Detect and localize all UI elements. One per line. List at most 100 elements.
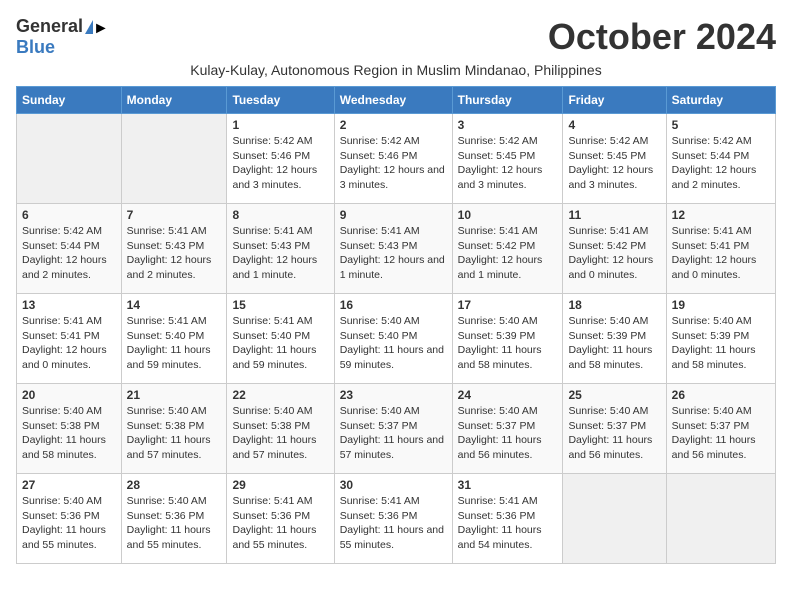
calendar-cell: 16 Sunrise: 5:40 AM Sunset: 5:40 PM Dayli… bbox=[334, 294, 452, 384]
day-number: 20 bbox=[22, 388, 116, 402]
calendar-cell: 4 Sunrise: 5:42 AM Sunset: 5:45 PM Daylig… bbox=[563, 114, 666, 204]
calendar-cell: 15 Sunrise: 5:41 AM Sunset: 5:40 PM Dayli… bbox=[227, 294, 334, 384]
calendar-cell bbox=[121, 114, 227, 204]
calendar-cell: 23 Sunrise: 5:40 AM Sunset: 5:37 PM Dayli… bbox=[334, 384, 452, 474]
cell-content: Sunrise: 5:42 AM Sunset: 5:45 PM Dayligh… bbox=[568, 134, 660, 193]
day-number: 21 bbox=[127, 388, 222, 402]
calendar-cell: 26 Sunrise: 5:40 AM Sunset: 5:37 PM Dayli… bbox=[666, 384, 775, 474]
day-number: 19 bbox=[672, 298, 770, 312]
cell-content: Sunrise: 5:41 AM Sunset: 5:36 PM Dayligh… bbox=[340, 494, 447, 553]
cell-content: Sunrise: 5:42 AM Sunset: 5:44 PM Dayligh… bbox=[672, 134, 770, 193]
day-number: 14 bbox=[127, 298, 222, 312]
calendar-cell: 31Sunrise: 5:41 AM Sunset: 5:36 PM Dayli… bbox=[452, 474, 563, 564]
day-number: 29 bbox=[232, 478, 328, 492]
logo-general-text: General bbox=[16, 16, 83, 37]
cell-content: Sunrise: 5:41 AM Sunset: 5:41 PM Dayligh… bbox=[672, 224, 770, 283]
day-number: 8 bbox=[232, 208, 328, 222]
logo-blue-text: Blue bbox=[16, 37, 55, 58]
cell-content: Sunrise: 5:40 AM Sunset: 5:39 PM Dayligh… bbox=[458, 314, 558, 373]
day-number: 16 bbox=[340, 298, 447, 312]
cell-content: Sunrise: 5:40 AM Sunset: 5:37 PM Dayligh… bbox=[340, 404, 447, 463]
cell-content: Sunrise: 5:40 AM Sunset: 5:36 PM Dayligh… bbox=[22, 494, 116, 553]
calendar-table: SundayMondayTuesdayWednesdayThursdayFrid… bbox=[16, 86, 776, 564]
cell-content: Sunrise: 5:40 AM Sunset: 5:37 PM Dayligh… bbox=[672, 404, 770, 463]
cell-content: Sunrise: 5:41 AM Sunset: 5:42 PM Dayligh… bbox=[568, 224, 660, 283]
calendar-header-wednesday: Wednesday bbox=[334, 87, 452, 114]
day-number: 11 bbox=[568, 208, 660, 222]
day-number: 1 bbox=[232, 118, 328, 132]
cell-content: Sunrise: 5:42 AM Sunset: 5:44 PM Dayligh… bbox=[22, 224, 116, 283]
day-number: 7 bbox=[127, 208, 222, 222]
calendar-cell: 6Sunrise: 5:42 AM Sunset: 5:44 PM Daylig… bbox=[17, 204, 122, 294]
cell-content: Sunrise: 5:42 AM Sunset: 5:46 PM Dayligh… bbox=[340, 134, 447, 193]
day-number: 10 bbox=[458, 208, 558, 222]
cell-content: Sunrise: 5:40 AM Sunset: 5:38 PM Dayligh… bbox=[22, 404, 116, 463]
day-number: 4 bbox=[568, 118, 660, 132]
calendar-cell: 11 Sunrise: 5:41 AM Sunset: 5:42 PM Dayli… bbox=[563, 204, 666, 294]
cell-content: Sunrise: 5:41 AM Sunset: 5:43 PM Dayligh… bbox=[340, 224, 447, 283]
day-number: 23 bbox=[340, 388, 447, 402]
day-number: 13 bbox=[22, 298, 116, 312]
cell-content: Sunrise: 5:41 AM Sunset: 5:40 PM Dayligh… bbox=[232, 314, 328, 373]
cell-content: Sunrise: 5:40 AM Sunset: 5:37 PM Dayligh… bbox=[568, 404, 660, 463]
day-number: 5 bbox=[672, 118, 770, 132]
month-title: October 2024 bbox=[548, 16, 776, 58]
calendar-cell: 19 Sunrise: 5:40 AM Sunset: 5:39 PM Dayli… bbox=[666, 294, 775, 384]
calendar-cell: 9 Sunrise: 5:41 AM Sunset: 5:43 PM Daylig… bbox=[334, 204, 452, 294]
calendar-cell bbox=[666, 474, 775, 564]
page-subtitle: Kulay-Kulay, Autonomous Region in Muslim… bbox=[16, 62, 776, 78]
calendar-cell: 13 Sunrise: 5:41 AM Sunset: 5:41 PM Dayli… bbox=[17, 294, 122, 384]
calendar-header-friday: Friday bbox=[563, 87, 666, 114]
cell-content: Sunrise: 5:40 AM Sunset: 5:40 PM Dayligh… bbox=[340, 314, 447, 373]
calendar-cell: 28 Sunrise: 5:40 AM Sunset: 5:36 PM Dayli… bbox=[121, 474, 227, 564]
day-number: 27 bbox=[22, 478, 116, 492]
day-number: 26 bbox=[672, 388, 770, 402]
cell-content: Sunrise: 5:40 AM Sunset: 5:38 PM Dayligh… bbox=[232, 404, 328, 463]
cell-content: Sunrise: 5:41 AM Sunset: 5:40 PM Dayligh… bbox=[127, 314, 222, 373]
day-number: 3 bbox=[458, 118, 558, 132]
calendar-cell: 7 Sunrise: 5:41 AM Sunset: 5:43 PM Daylig… bbox=[121, 204, 227, 294]
calendar-cell bbox=[17, 114, 122, 204]
calendar-cell: 17 Sunrise: 5:40 AM Sunset: 5:39 PM Dayli… bbox=[452, 294, 563, 384]
calendar-cell bbox=[563, 474, 666, 564]
day-number: 9 bbox=[340, 208, 447, 222]
logo-icon: ► bbox=[85, 20, 93, 34]
day-number: 25 bbox=[568, 388, 660, 402]
calendar-cell: 21Sunrise: 5:40 AM Sunset: 5:38 PM Dayli… bbox=[121, 384, 227, 474]
day-number: 28 bbox=[127, 478, 222, 492]
day-number: 17 bbox=[458, 298, 558, 312]
cell-content: Sunrise: 5:40 AM Sunset: 5:39 PM Dayligh… bbox=[568, 314, 660, 373]
calendar-cell: 18Sunrise: 5:40 AM Sunset: 5:39 PM Dayli… bbox=[563, 294, 666, 384]
day-number: 30 bbox=[340, 478, 447, 492]
day-number: 22 bbox=[232, 388, 328, 402]
cell-content: Sunrise: 5:40 AM Sunset: 5:37 PM Dayligh… bbox=[458, 404, 558, 463]
cell-content: Sunrise: 5:40 AM Sunset: 5:36 PM Dayligh… bbox=[127, 494, 222, 553]
calendar-header-saturday: Saturday bbox=[666, 87, 775, 114]
day-number: 15 bbox=[232, 298, 328, 312]
calendar-header-monday: Monday bbox=[121, 87, 227, 114]
calendar-cell: 5 Sunrise: 5:42 AM Sunset: 5:44 PM Daylig… bbox=[666, 114, 775, 204]
cell-content: Sunrise: 5:41 AM Sunset: 5:41 PM Dayligh… bbox=[22, 314, 116, 373]
cell-content: Sunrise: 5:42 AM Sunset: 5:45 PM Dayligh… bbox=[458, 134, 558, 193]
calendar-cell: 25 Sunrise: 5:40 AM Sunset: 5:37 PM Dayli… bbox=[563, 384, 666, 474]
calendar-header-sunday: Sunday bbox=[17, 87, 122, 114]
cell-content: Sunrise: 5:41 AM Sunset: 5:43 PM Dayligh… bbox=[232, 224, 328, 283]
calendar-cell: 1 Sunrise: 5:42 AM Sunset: 5:46 PM Daylig… bbox=[227, 114, 334, 204]
cell-content: Sunrise: 5:41 AM Sunset: 5:43 PM Dayligh… bbox=[127, 224, 222, 283]
calendar-cell: 24 Sunrise: 5:40 AM Sunset: 5:37 PM Dayli… bbox=[452, 384, 563, 474]
cell-content: Sunrise: 5:41 AM Sunset: 5:42 PM Dayligh… bbox=[458, 224, 558, 283]
calendar-cell: 20 Sunrise: 5:40 AM Sunset: 5:38 PM Dayli… bbox=[17, 384, 122, 474]
cell-content: Sunrise: 5:40 AM Sunset: 5:39 PM Dayligh… bbox=[672, 314, 770, 373]
day-number: 12 bbox=[672, 208, 770, 222]
cell-content: Sunrise: 5:41 AM Sunset: 5:36 PM Dayligh… bbox=[232, 494, 328, 553]
calendar-cell: 14 Sunrise: 5:41 AM Sunset: 5:40 PM Dayli… bbox=[121, 294, 227, 384]
calendar-cell: 29 Sunrise: 5:41 AM Sunset: 5:36 PM Dayli… bbox=[227, 474, 334, 564]
cell-content: Sunrise: 5:42 AM Sunset: 5:46 PM Dayligh… bbox=[232, 134, 328, 193]
day-number: 2 bbox=[340, 118, 447, 132]
day-number: 31 bbox=[458, 478, 558, 492]
calendar-cell: 8 Sunrise: 5:41 AM Sunset: 5:43 PM Daylig… bbox=[227, 204, 334, 294]
calendar-cell: 12 Sunrise: 5:41 AM Sunset: 5:41 PM Dayli… bbox=[666, 204, 775, 294]
day-number: 24 bbox=[458, 388, 558, 402]
calendar-cell: 2 Sunrise: 5:42 AM Sunset: 5:46 PM Daylig… bbox=[334, 114, 452, 204]
calendar-cell: 30 Sunrise: 5:41 AM Sunset: 5:36 PM Dayli… bbox=[334, 474, 452, 564]
